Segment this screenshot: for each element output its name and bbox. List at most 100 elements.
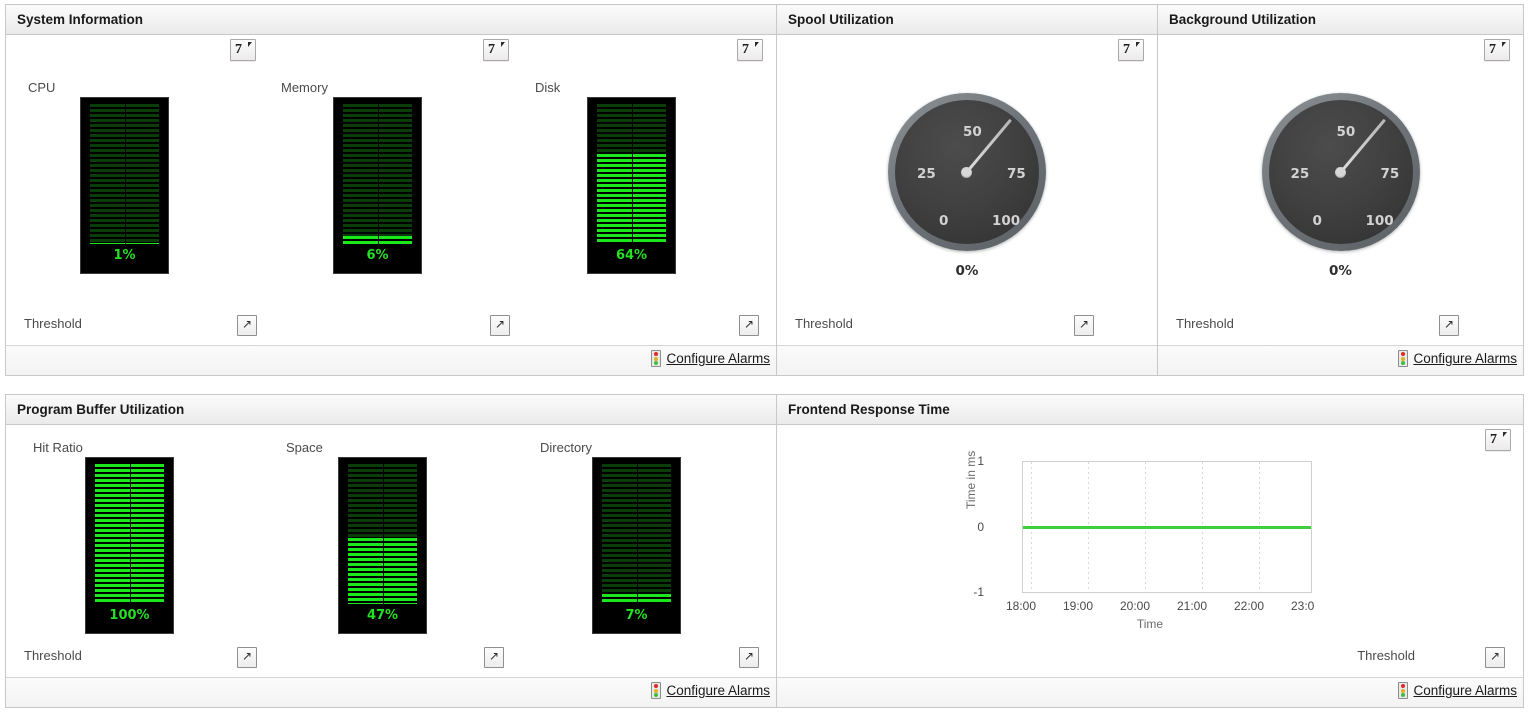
- edit-threshold-icon: ↗: [1443, 317, 1455, 331]
- threshold-strip-system-information: Threshold ↗ ↗ ↗: [6, 304, 776, 346]
- threshold-edit-button-disk[interactable]: ↗: [739, 315, 759, 336]
- threshold-edit-button-cpu[interactable]: ↗: [237, 315, 257, 336]
- edit-threshold-icon: ↗: [743, 317, 755, 331]
- panel-footer-system-information: Configure Alarms: [6, 345, 776, 375]
- chart-x-tick: 18:00: [1006, 599, 1037, 613]
- meter-bars: [95, 464, 164, 604]
- panel-title-frontend-response-time: Frontend Response Time: [777, 395, 1523, 425]
- panel-background-utilization: Background Utilization 7 0 25 50 75 100 …: [1157, 5, 1523, 375]
- chart-wrap-frontend: Time in ms 1 0 -1 18:00 19:00 20:00 21:0…: [777, 451, 1523, 653]
- meter-value-cpu: 1%: [113, 248, 136, 263]
- gauge-tick-0: 0: [939, 213, 949, 229]
- period-button-background[interactable]: 7: [1484, 39, 1510, 61]
- panel-body-program-buffer-utilization: Hit Ratio 100% Space 47% Directory 7% Th…: [6, 425, 776, 707]
- configure-alarms-link-program-buffer[interactable]: Configure Alarms: [651, 682, 770, 699]
- period-button-label: 7: [1490, 432, 1497, 447]
- gauge-wrap-background: 0 25 50 75 100 0%: [1158, 93, 1523, 308]
- meter-value-hit-ratio: 100%: [109, 608, 150, 623]
- gauge-value-spool: 0%: [955, 263, 979, 279]
- calendar-7-days-icon: [501, 42, 505, 47]
- panel-title-background-utilization: Background Utilization: [1158, 5, 1523, 35]
- gauge-tick-0: 0: [1312, 213, 1322, 229]
- chart-y-tick-mid: 0: [977, 520, 984, 534]
- gauge-tick-25: 25: [1290, 166, 1310, 182]
- gauge-background: 0 25 50 75 100: [1261, 93, 1420, 251]
- configure-alarms-label: Configure Alarms: [1413, 683, 1517, 698]
- meter-value-space: 47%: [366, 608, 399, 623]
- panel-frontend-response-time: Frontend Response Time 7 Time in ms 1 0 …: [776, 395, 1523, 707]
- threshold-label: Threshold: [1176, 316, 1234, 331]
- meter-divider: [636, 464, 638, 604]
- threshold-edit-button-memory[interactable]: ↗: [490, 315, 510, 336]
- configure-alarms-link-background[interactable]: Configure Alarms: [1398, 350, 1517, 367]
- traffic-light-icon: [651, 350, 662, 367]
- chart-y-tick-top: 1: [977, 454, 984, 468]
- dashboard-row-top: System Information 7 7 7 CPU 1% Memory 6…: [5, 4, 1524, 376]
- chart-x-tick: 20:00: [1120, 599, 1151, 613]
- calendar-7-days-icon: [248, 42, 252, 47]
- meter-divider: [377, 104, 379, 244]
- gauge-tick-75: 75: [1380, 166, 1400, 182]
- period-button-spool[interactable]: 7: [1118, 39, 1144, 61]
- panel-title-program-buffer-utilization: Program Buffer Utilization: [6, 395, 776, 425]
- line-chart-frontend-response-time: Time in ms 1 0 -1 18:00 19:00 20:00 21:0…: [964, 451, 1330, 638]
- threshold-edit-button-directory[interactable]: ↗: [739, 647, 759, 668]
- threshold-edit-button-spool[interactable]: ↗: [1074, 315, 1094, 336]
- meter-bars: [348, 464, 417, 604]
- metric-label-directory: Directory: [540, 440, 593, 455]
- meter-divider: [631, 104, 633, 244]
- metric-label-disk: Disk: [535, 80, 561, 95]
- metric-label-hit-ratio: Hit Ratio: [33, 440, 83, 455]
- gauge-tick-25: 25: [917, 166, 936, 182]
- traffic-light-icon: [1398, 682, 1409, 699]
- traffic-light-icon: [651, 682, 662, 699]
- threshold-edit-button-frontend[interactable]: ↗: [1485, 647, 1505, 668]
- meter-bars: [343, 104, 412, 244]
- threshold-strip-program-buffer: Threshold ↗ ↗ ↗: [6, 636, 776, 678]
- gauge-wrap-spool: 0 25 50 75 100 0%: [777, 93, 1157, 308]
- period-button-label: 7: [1123, 42, 1130, 57]
- chart-x-axis-label: Time: [1136, 617, 1164, 631]
- threshold-strip-background: Threshold ↗: [1158, 304, 1523, 346]
- gauge-hub: [1334, 167, 1346, 178]
- gauge-spool: 0 25 50 75 100: [888, 93, 1046, 251]
- chart-x-tick: 23:0: [1291, 599, 1315, 613]
- threshold-edit-button-background[interactable]: ↗: [1439, 315, 1459, 336]
- meter-disk: 64%: [587, 97, 676, 274]
- period-button-frontend[interactable]: 7: [1485, 429, 1511, 451]
- meter-divider: [382, 464, 384, 604]
- meter-directory: 7%: [592, 457, 681, 634]
- gauge-tick-100: 100: [992, 213, 1021, 229]
- chart-series-response-time: [1023, 526, 1311, 529]
- panel-system-information: System Information 7 7 7 CPU 1% Memory 6…: [6, 5, 776, 375]
- panel-title-system-information: System Information: [6, 5, 776, 35]
- meter-bars: [90, 104, 159, 244]
- edit-threshold-icon: ↗: [743, 649, 755, 663]
- chart-x-tick: 22:00: [1234, 599, 1265, 613]
- configure-alarms-label: Configure Alarms: [666, 351, 770, 366]
- panel-spool-utilization: Spool Utilization 7 0 25 50 75 100 0% Th…: [776, 5, 1157, 375]
- threshold-label: Threshold: [795, 316, 853, 331]
- threshold-edit-button-hit-ratio[interactable]: ↗: [237, 647, 257, 668]
- panel-title-spool-utilization: Spool Utilization: [777, 5, 1157, 35]
- metric-label-space: Space: [286, 440, 323, 455]
- panel-body-system-information: 7 7 7 CPU 1% Memory 6% Disk 64% Threshol…: [6, 35, 776, 375]
- panel-footer-background: Configure Alarms: [1158, 345, 1523, 375]
- meter-divider: [129, 464, 131, 604]
- edit-threshold-icon: ↗: [1489, 649, 1501, 663]
- calendar-7-days-icon: [1503, 432, 1507, 437]
- threshold-edit-button-space[interactable]: ↗: [484, 647, 504, 668]
- monitoring-dashboard: System Information 7 7 7 CPU 1% Memory 6…: [0, 0, 1529, 712]
- panel-program-buffer-utilization: Program Buffer Utilization Hit Ratio 100…: [6, 395, 776, 707]
- edit-threshold-icon: ↗: [488, 649, 500, 663]
- panel-footer-program-buffer: Configure Alarms: [6, 677, 776, 707]
- meter-bars: [597, 104, 666, 244]
- configure-alarms-link-system-information[interactable]: Configure Alarms: [651, 350, 770, 367]
- threshold-label: Threshold: [24, 316, 82, 331]
- metric-label-cpu: CPU: [28, 80, 56, 95]
- configure-alarms-link-frontend[interactable]: Configure Alarms: [1398, 682, 1517, 699]
- threshold-strip-spool: Threshold ↗: [777, 304, 1157, 346]
- threshold-label: Threshold: [1357, 648, 1415, 663]
- panel-body-spool-utilization: 7 0 25 50 75 100 0% Threshold ↗: [777, 35, 1157, 375]
- traffic-light-icon: [1398, 350, 1409, 367]
